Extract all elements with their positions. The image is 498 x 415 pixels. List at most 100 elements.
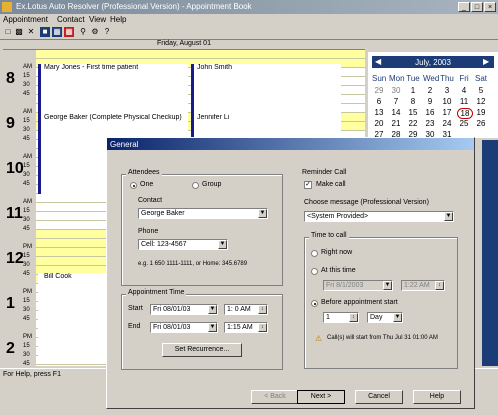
start-time-spinner[interactable]: 1: 0 AM ↕ bbox=[224, 304, 268, 315]
minute-label: 45 bbox=[23, 361, 30, 366]
calendar-day[interactable]: 17 bbox=[440, 108, 454, 117]
calendar-day[interactable]: 16 bbox=[423, 108, 437, 117]
appointment-john-smith[interactable]: John Smith bbox=[191, 64, 341, 118]
before-unit-select[interactable]: Day ▼ bbox=[367, 312, 403, 323]
start-time-value: 1: 0 AM bbox=[227, 306, 251, 313]
calendar-day[interactable]: 25 bbox=[457, 119, 471, 128]
right-now-radio[interactable] bbox=[311, 250, 318, 257]
calendar-day[interactable]: 22 bbox=[406, 119, 420, 128]
make-call-label: Make call bbox=[316, 181, 346, 188]
calendar-day[interactable]: 1 bbox=[406, 86, 420, 95]
chevron-down-icon[interactable]: ▼ bbox=[218, 240, 227, 249]
calendar-day[interactable]: 4 bbox=[457, 86, 471, 95]
before-amount-spinner[interactable]: 1 ↕ bbox=[323, 312, 359, 323]
dialog-title-bar: General bbox=[107, 138, 474, 150]
at-this-time-label: At this time bbox=[321, 267, 356, 274]
menu-appointment[interactable]: Appointment bbox=[3, 15, 48, 24]
at-date-picker[interactable]: Fri 8/1/2003 ▼ bbox=[323, 280, 393, 291]
at-this-time-radio[interactable] bbox=[311, 268, 318, 275]
calendar-day[interactable]: 19 bbox=[474, 108, 488, 117]
calendar-day[interactable]: 5 bbox=[474, 86, 488, 95]
calendar-day[interactable]: 13 bbox=[372, 108, 386, 117]
options-icon[interactable]: ⚙ bbox=[90, 27, 100, 37]
calendar-day[interactable]: 30 bbox=[389, 86, 403, 95]
calendar-day[interactable]: 29 bbox=[372, 86, 386, 95]
week-view-icon[interactable]: ▦ bbox=[52, 27, 62, 37]
close-button[interactable]: × bbox=[484, 2, 496, 12]
calendar-day[interactable]: 12 bbox=[474, 97, 488, 106]
delete-icon[interactable]: ✕ bbox=[26, 27, 36, 37]
hour-label: 10 bbox=[6, 160, 24, 177]
set-recurrence-button[interactable]: Set Recurrence... bbox=[162, 343, 242, 357]
chevron-down-icon[interactable]: ▼ bbox=[383, 281, 392, 290]
minimize-button[interactable]: _ bbox=[458, 2, 470, 12]
ampm-label: PM bbox=[23, 244, 32, 250]
calendar-day[interactable]: 2 bbox=[423, 86, 437, 95]
calendar-day[interactable]: 9 bbox=[423, 97, 437, 106]
maximize-button[interactable]: □ bbox=[471, 2, 483, 12]
contact-value: George Baker bbox=[141, 210, 185, 217]
phone-example: e.g. 1 650 1111-1111, or Home: 345.6789 bbox=[138, 261, 248, 267]
month-view-icon[interactable]: ▦ bbox=[64, 27, 74, 37]
toolbar: □ ▩ ✕ ■ ▦ ▦ ⚲ ⚙ ? bbox=[0, 25, 498, 40]
calendar-day[interactable]: 20 bbox=[372, 119, 386, 128]
spinner-icon[interactable]: ↕ bbox=[258, 305, 267, 314]
time-column: 8 AM 15 30 45 9 AM 15 30 45 10 AM 15 30 45 11 AM 15 30 45 12… bbox=[3, 50, 35, 366]
appointment-mary-jones[interactable]: Mary Jones - First time patient bbox=[38, 64, 188, 118]
calendar-day[interactable]: 3 bbox=[440, 86, 454, 95]
spinner-icon[interactable]: ↕ bbox=[258, 323, 267, 332]
next-button[interactable]: Next > bbox=[297, 390, 345, 404]
appointment-text: Jennifer Li bbox=[197, 114, 230, 121]
back-button[interactable]: < Back bbox=[251, 390, 299, 404]
start-date-picker[interactable]: Fri 08/01/03 ▼ bbox=[150, 304, 218, 315]
time-slot[interactable] bbox=[36, 50, 365, 59]
calendar-day[interactable]: 6 bbox=[372, 97, 386, 106]
make-call-checkbox[interactable]: ✓ bbox=[304, 181, 312, 189]
calendar-day[interactable]: 23 bbox=[423, 119, 437, 128]
chevron-down-icon[interactable]: ▼ bbox=[208, 323, 217, 332]
calendar-day[interactable]: 21 bbox=[389, 119, 403, 128]
phone-select[interactable]: Cell: 123-4567 ▼ bbox=[138, 239, 228, 250]
calendar-day[interactable]: 24 bbox=[440, 119, 454, 128]
help-button[interactable]: Help bbox=[413, 390, 461, 404]
weekday-label: Fri bbox=[459, 74, 469, 83]
weekday-label: Tue bbox=[406, 74, 420, 83]
calendar-day[interactable]: 8 bbox=[406, 97, 420, 106]
app-icon bbox=[2, 2, 12, 12]
weekday-label: Mon bbox=[389, 74, 405, 83]
contact-select[interactable]: George Baker ▼ bbox=[138, 208, 268, 219]
chevron-down-icon[interactable]: ▼ bbox=[393, 313, 402, 322]
chevron-down-icon[interactable]: ▼ bbox=[258, 209, 267, 218]
end-time-spinner[interactable]: 1:15 AM ↕ bbox=[224, 322, 268, 333]
find-icon[interactable]: ⚲ bbox=[78, 27, 88, 37]
menu-contact[interactable]: Contact bbox=[57, 15, 85, 24]
calendar-day[interactable]: 10 bbox=[440, 97, 454, 106]
before-unit-value: Day bbox=[370, 314, 383, 321]
menu-view[interactable]: View bbox=[89, 15, 106, 24]
appointment-text: Mary Jones - First time patient bbox=[44, 64, 139, 71]
print-icon[interactable]: ▩ bbox=[14, 27, 24, 37]
new-icon[interactable]: □ bbox=[3, 27, 13, 37]
calendar-day[interactable]: 7 bbox=[389, 97, 403, 106]
next-month-button[interactable]: ▶ bbox=[483, 57, 489, 66]
one-radio[interactable] bbox=[130, 182, 137, 189]
minute-label: 30 bbox=[23, 262, 30, 268]
chevron-down-icon[interactable]: ▼ bbox=[444, 212, 453, 221]
spinner-icon[interactable]: ↕ bbox=[435, 281, 444, 290]
calendar-day[interactable]: 26 bbox=[474, 119, 488, 128]
before-start-radio[interactable] bbox=[311, 300, 318, 307]
at-time-spinner[interactable]: 1:22 AM ↕ bbox=[401, 280, 445, 291]
day-view-icon[interactable]: ■ bbox=[40, 27, 50, 37]
message-select[interactable]: <System Provided> ▼ bbox=[304, 211, 454, 222]
help-icon[interactable]: ? bbox=[102, 27, 112, 37]
cancel-button[interactable]: Cancel bbox=[355, 390, 403, 404]
chevron-down-icon[interactable]: ▼ bbox=[208, 305, 217, 314]
calendar-day[interactable]: 11 bbox=[457, 97, 471, 106]
group-radio[interactable] bbox=[192, 182, 199, 189]
calendar-day[interactable]: 14 bbox=[389, 108, 403, 117]
calendar-day[interactable]: 18 bbox=[457, 108, 473, 119]
spinner-icon[interactable]: ↕ bbox=[349, 313, 358, 322]
menu-help[interactable]: Help bbox=[110, 15, 126, 24]
calendar-day[interactable]: 15 bbox=[406, 108, 420, 117]
end-date-picker[interactable]: Fri 08/01/03 ▼ bbox=[150, 322, 218, 333]
